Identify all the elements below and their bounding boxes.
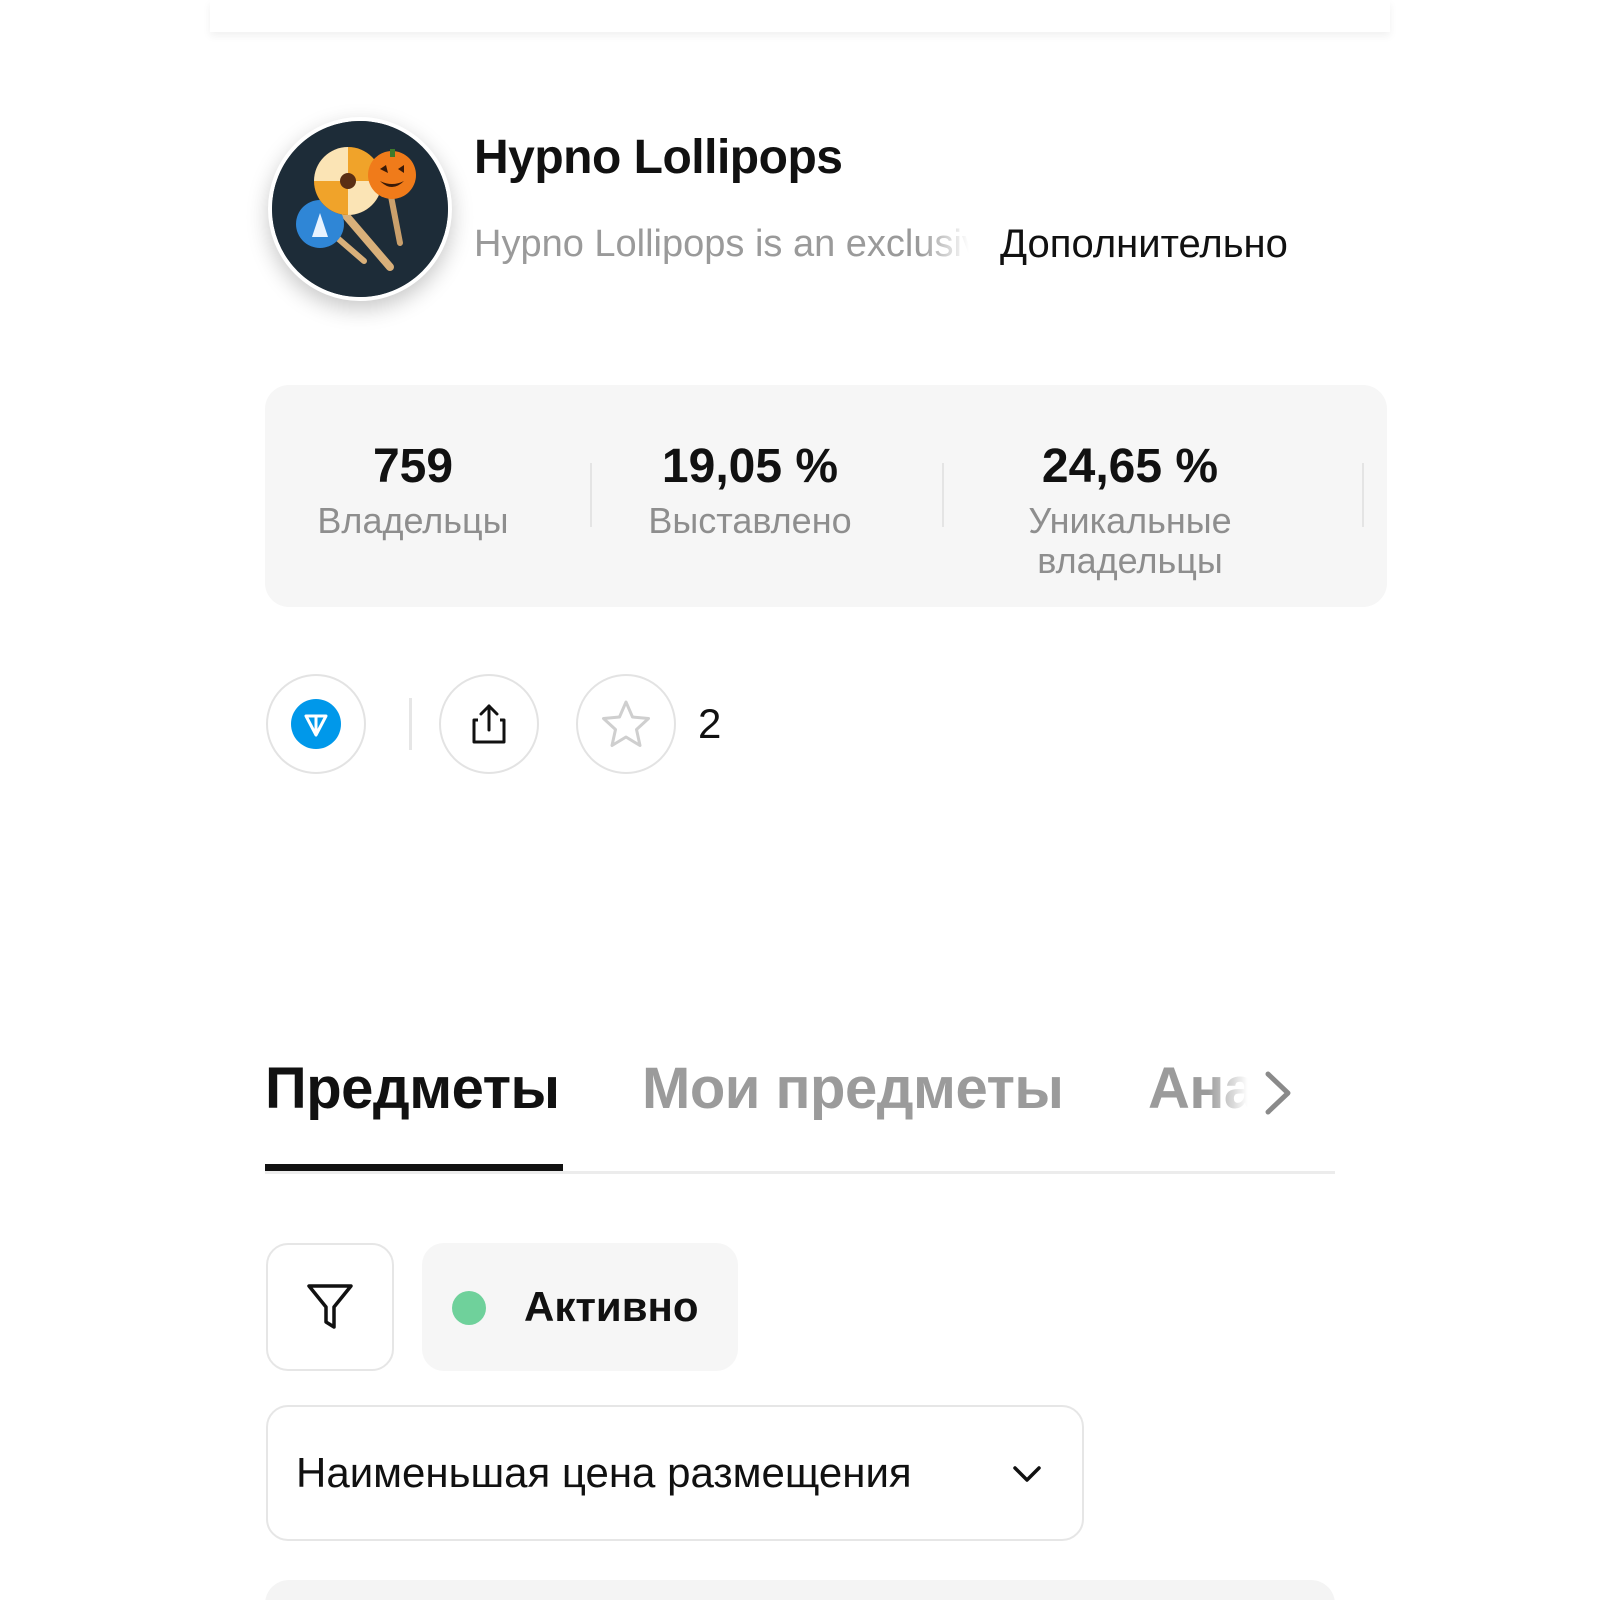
stat-listed: 19,05 % Выставлено (625, 439, 875, 541)
stat-value: 759 (372, 440, 454, 493)
lollipops-image (272, 121, 448, 297)
collection-page: Hypno Lollipops Hypno Lollipops is an ex… (0, 0, 1600, 1600)
sort-selected-value: Наименьшая цена размещения (296, 1449, 912, 1496)
stat-owners: 759 Владельцы (303, 439, 523, 541)
collection-title: Hypno Lollipops (474, 131, 843, 184)
tab-my-items[interactable]: Мои предметы (642, 1055, 1064, 1122)
status-label: Активно (524, 1283, 699, 1330)
tab-items[interactable]: Предметы (265, 1055, 560, 1122)
ton-button[interactable] (266, 674, 366, 774)
chevron-right-icon[interactable] (1258, 1068, 1298, 1118)
more-link[interactable]: Дополнительно (1000, 222, 1288, 267)
stat-unique-owners: 24,65 % Уникальные владельцы (1005, 439, 1255, 581)
collection-description: Hypno Lollipops is an exclusive (474, 223, 969, 265)
filter-button[interactable] (266, 1243, 394, 1371)
star-icon (602, 700, 650, 747)
ton-diamond-icon (291, 699, 341, 749)
actions-divider (409, 698, 412, 750)
chevron-down-icon (1013, 1466, 1041, 1482)
stats-panel: 759 Владельцы 19,05 % Выставлено 24,65 %… (265, 385, 1387, 607)
status-dot (452, 1291, 486, 1325)
sort-select[interactable]: Наименьшая цена размещения (266, 1405, 1084, 1541)
stat-divider (942, 463, 944, 527)
stat-label: Выставлено (648, 500, 852, 541)
next-section-edge (265, 1580, 1335, 1600)
stat-label: Уникальные владельцы (1028, 500, 1232, 581)
favorite-count: 2 (698, 700, 722, 747)
tabs-baseline (265, 1171, 1335, 1174)
share-button[interactable] (439, 674, 539, 774)
collection-avatar (268, 117, 452, 301)
active-tab-indicator (265, 1164, 563, 1171)
stat-divider (1362, 463, 1364, 527)
stat-value: 24,65 % (1041, 440, 1219, 493)
stat-value: 19,05 % (661, 440, 839, 493)
stat-divider (590, 463, 592, 527)
tab-analytics[interactable]: Ана (1148, 1055, 1248, 1122)
funnel-icon (307, 1284, 353, 1329)
share-icon (472, 704, 506, 744)
stat-label: Владельцы (317, 500, 509, 541)
status-filter-chip[interactable]: Активно (422, 1243, 738, 1371)
favorite-button[interactable] (576, 674, 676, 774)
top-bar-shadow (210, 0, 1390, 32)
